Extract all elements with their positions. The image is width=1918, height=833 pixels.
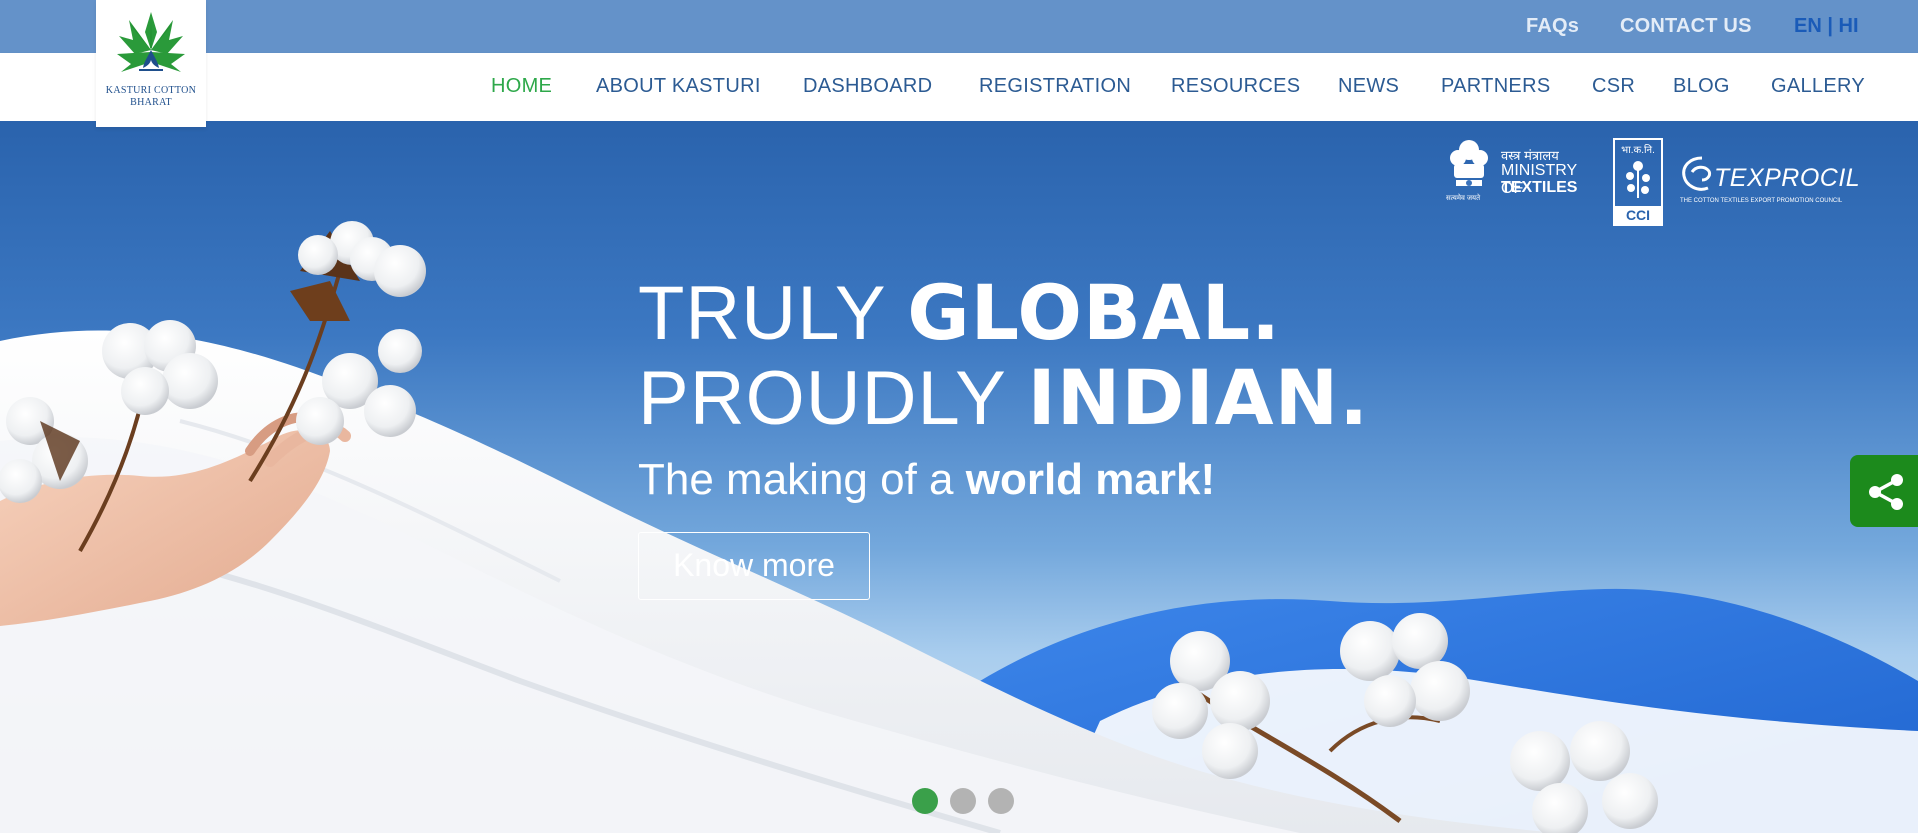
hero-headline: TRULY GLOBAL. PROUDLY INDIAN. [638,271,1369,441]
headline-line-2-thin: PROUDLY [638,356,1028,441]
nav-dashboard[interactable]: DASHBOARD [803,75,932,98]
share-button[interactable] [1850,455,1918,527]
carousel-dot-2[interactable] [950,788,976,814]
ministry-line-2: TEXTILES [1501,179,1578,196]
lang-en-link[interactable]: EN [1794,15,1822,37]
carousel-dot-1[interactable] [912,788,938,814]
top-utility-bar: FAQs CONTACT US EN | HI [0,0,1918,53]
cotton-plant-icon [1626,161,1650,198]
contact-us-link[interactable]: CONTACT US [1620,15,1752,38]
headline-line-1-thin: TRULY [638,271,908,356]
cci-text: CCI [1625,207,1651,223]
nav-about-kasturi[interactable]: ABOUT KASTURI [596,75,761,98]
lang-separator: | [1821,15,1839,37]
faqs-link[interactable]: FAQs [1526,15,1579,38]
nav-blog[interactable]: BLOG [1673,75,1730,98]
headline-line-2: PROUDLY INDIAN. [638,356,1369,441]
hero-subheadline: The making of a world mark! [638,455,1215,505]
kasturi-leaf-logo-icon [117,12,185,72]
know-more-button[interactable]: Know more [638,532,870,600]
headline-line-1: TRULY GLOBAL. [638,271,1369,356]
lang-hi-link[interactable]: HI [1839,15,1859,37]
nav-resources[interactable]: RESOURCES [1171,75,1300,98]
ministry-of-textiles-logo[interactable]: सत्यमेव जयते वस्त्र मंत्रालय MINISTRY OF… [1446,138,1596,228]
carousel-dot-3[interactable] [988,788,1014,814]
headline-line-2-bold: INDIAN. [1027,353,1370,442]
site-logo[interactable]: KASTURI COTTON BHARAT [96,0,206,127]
share-icon [1869,474,1903,510]
texprocil-text: TEXPROCIL [1714,164,1861,192]
headline-line-1-bold: GLOBAL. [907,268,1282,357]
cci-logo[interactable]: भा.क.नि. CCI [1613,138,1663,226]
nav-csr[interactable]: CSR [1592,75,1635,98]
texprocil-subtitle: THE COTTON TEXTILES EXPORT PROMOTION COU… [1680,198,1843,204]
nav-registration[interactable]: REGISTRATION [979,75,1131,98]
texprocil-logo[interactable]: TEXPROCIL THE COTTON TEXTILES EXPORT PRO… [1678,138,1861,228]
cci-hindi: भा.क.नि. [1621,145,1655,156]
nav-news[interactable]: NEWS [1338,75,1399,98]
subheadline-bold: world mark! [965,455,1216,504]
logo-line-2: BHARAT [130,97,172,108]
subheadline-thin: The making of a [638,455,966,504]
hero-banner: सत्यमेव जयते वस्त्र मंत्रालय MINISTRY OF… [0,121,1918,833]
nav-home[interactable]: HOME [491,75,552,98]
logo-line-1: KASTURI COTTON [105,85,197,96]
nav-partners[interactable]: PARTNERS [1441,75,1550,98]
nav-gallery[interactable]: GALLERY [1771,75,1865,98]
emblem-motto: सत्यमेव जयते [1446,195,1481,202]
language-switcher: EN | HI [1794,15,1859,38]
main-navigation: HOME ABOUT KASTURI DASHBOARD REGISTRATIO… [0,53,1918,121]
